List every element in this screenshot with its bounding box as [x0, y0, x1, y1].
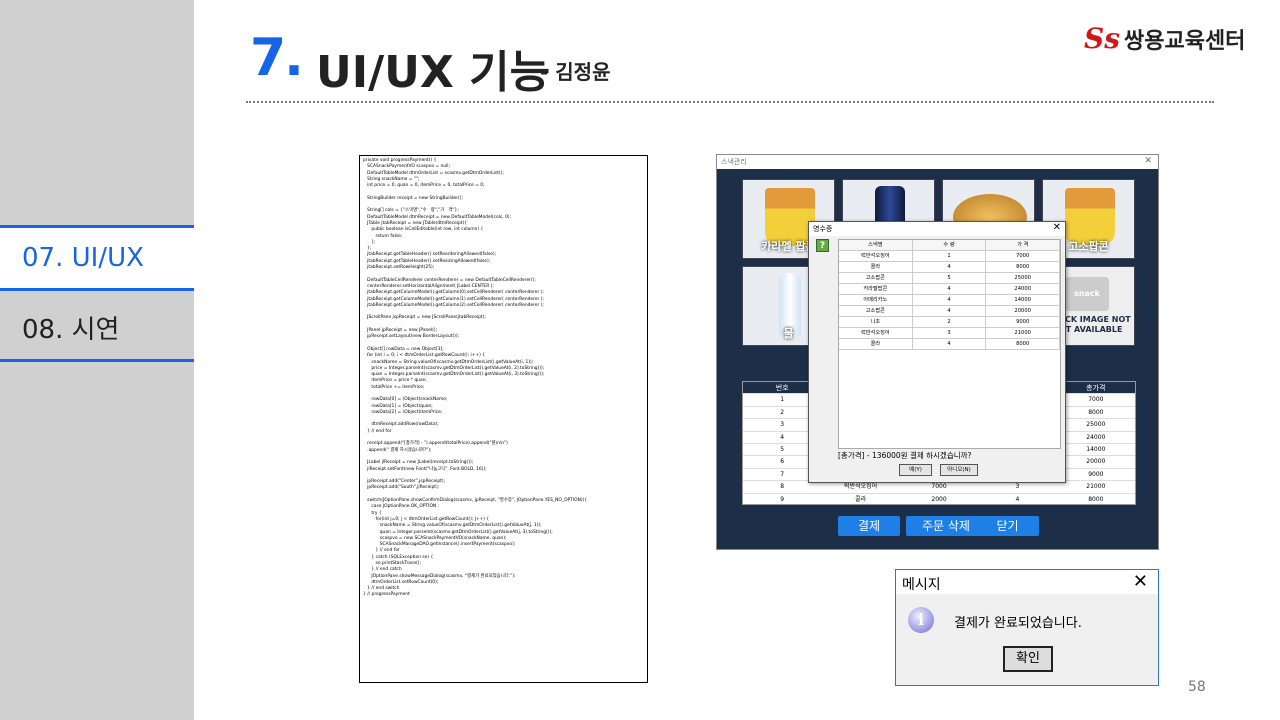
table-row[interactable]: 나초 2 9000: [839, 317, 1061, 328]
table-cell: 4: [913, 284, 987, 294]
table-cell: 럭반석오징어: [839, 328, 913, 338]
info-icon: i: [908, 607, 934, 633]
page-number: 58: [1188, 679, 1206, 695]
close-button[interactable]: 닫기: [976, 516, 1039, 536]
table-cell: 카라멜팝콘: [839, 284, 913, 294]
table-cell: 9000: [1088, 470, 1104, 478]
table-cell: 7000: [986, 251, 1061, 261]
table-cell: 4: [913, 339, 987, 349]
window-title-bar: 스낵관리 ✕: [717, 155, 1158, 169]
message-dialog: 메시지 ✕ i 결제가 완료되었습니다. 확인: [895, 569, 1159, 686]
message-text: 결제가 완료되었습니다.: [954, 616, 1082, 631]
table-cell: 20000: [1086, 458, 1106, 466]
table-cell: 8000: [986, 262, 1061, 272]
message-title: 메시지: [902, 577, 941, 593]
table-cell: 총가격: [1086, 384, 1106, 392]
table-cell: 21000: [1086, 483, 1106, 491]
table-cell: 14000: [986, 295, 1061, 305]
receipt-table[interactable]: 스낵명 수 량가 격 럭반석오징어 1 7000 콜라 4 8000 고소팝콘 5 25000 카라멜…: [838, 239, 1061, 449]
table-cell: 가 격: [986, 240, 1061, 250]
table-cell: 9: [780, 495, 785, 503]
message-title-bar: 메시지 ✕: [896, 570, 1158, 594]
table-cell: 1: [913, 251, 987, 261]
receipt-total: [총가격] - 136000원 결제 하시겠습니까?: [838, 451, 972, 460]
table-row[interactable]: 아메리카노 4 14000: [839, 295, 1061, 306]
table-row[interactable]: 카라멜팝콘 4 24000: [839, 284, 1061, 295]
code-snippet: private void progressPayment() { SCASnac…: [359, 155, 648, 683]
section-number: 7.: [250, 28, 304, 88]
close-icon[interactable]: ✕: [1133, 571, 1148, 592]
title-divider: [246, 101, 1214, 103]
snack-placeholder-icon: snack: [1065, 277, 1109, 311]
no-button[interactable]: 아니오(N): [940, 464, 978, 476]
sidebar-item-demo[interactable]: 08. 시연: [0, 296, 194, 362]
window-title: 스낵관리: [721, 158, 747, 166]
table-cell: 25000: [986, 273, 1061, 283]
dialog-title-bar: 영수증 ✕: [809, 222, 1065, 236]
question-icon: ?: [816, 239, 829, 252]
ok-button[interactable]: 확인: [1003, 646, 1053, 672]
table-cell: 25000: [1086, 421, 1106, 429]
yes-button[interactable]: 예(Y): [899, 464, 932, 476]
table-cell: 4: [913, 306, 987, 316]
table-row[interactable]: 럭반석오징어 3 21000: [839, 328, 1061, 339]
table-cell: 아메리카노: [839, 295, 913, 305]
table-row[interactable]: 콜라 4 8000: [839, 339, 1061, 350]
table-row[interactable]: 고소팝콘 5 25000: [839, 273, 1061, 284]
table-row[interactable]: 럭반석오징어 1 7000: [839, 251, 1061, 262]
table-row[interactable]: 9 콜라 2000 4 8000: [743, 494, 1135, 504]
page-subtitle: - 김정윤: [540, 60, 611, 84]
table-cell: 수 량: [913, 240, 987, 250]
table-cell: 럭반석오징어: [839, 251, 913, 261]
pay-button[interactable]: 결제: [838, 516, 900, 536]
table-cell: 9000: [986, 317, 1061, 327]
sidebar-item-ui-ux[interactable]: 07. UI/UX: [0, 225, 194, 291]
table-cell: 8000: [986, 339, 1061, 349]
table-cell: 21000: [986, 328, 1061, 338]
table-cell: 24000: [986, 284, 1061, 294]
table-row[interactable]: 고소팝콘 4 20000: [839, 306, 1061, 317]
table-cell: 20000: [986, 306, 1061, 316]
table-cell: 콜라: [839, 262, 913, 272]
table-cell: 스낵명: [839, 240, 913, 250]
delete-order-button[interactable]: 주문 삭제: [906, 516, 986, 536]
table-cell: 24000: [1086, 433, 1106, 441]
table-cell: 8000: [1088, 408, 1104, 416]
table-cell: 2000: [931, 495, 947, 503]
table-cell: 3: [913, 328, 987, 338]
logo: Ss 쌍용교육센터: [1084, 22, 1245, 55]
table-cell: 7000: [1088, 396, 1104, 404]
table-cell: 14000: [1086, 445, 1106, 453]
table-cell: 4: [913, 262, 987, 272]
table-row[interactable]: 스낵명 수 량가 격: [839, 240, 1061, 251]
table-cell: 8000: [1088, 495, 1104, 503]
logo-text: 쌍용교육센터: [1123, 28, 1246, 54]
table-cell: 콜라: [839, 339, 913, 349]
table-cell: 콜라: [855, 495, 867, 503]
close-icon[interactable]: ✕: [1053, 222, 1061, 233]
receipt-dialog: 영수증 ✕ ? 스낵명 수 량가 격 럭반석오징어 1 7000 콜라 4 8000 고소팝콘 5 2…: [808, 221, 1066, 483]
code-line: } // progressPayment: [363, 592, 410, 598]
close-icon[interactable]: ✕: [1144, 156, 1152, 166]
page-title: UI/UX 기능: [316, 47, 551, 98]
logo-mark: Ss: [1084, 22, 1120, 55]
table-cell: 나초: [839, 317, 913, 327]
table-cell: 고소팝콘: [839, 306, 913, 316]
table-cell: 4: [913, 295, 987, 305]
table-cell: 4: [1015, 495, 1020, 503]
table-row[interactable]: 콜라 4 8000: [839, 262, 1061, 273]
table-cell: 고소팝콘: [839, 273, 913, 283]
table-cell: 2: [913, 317, 987, 327]
dialog-title: 영수증: [813, 225, 833, 233]
table-cell: 5: [913, 273, 987, 283]
